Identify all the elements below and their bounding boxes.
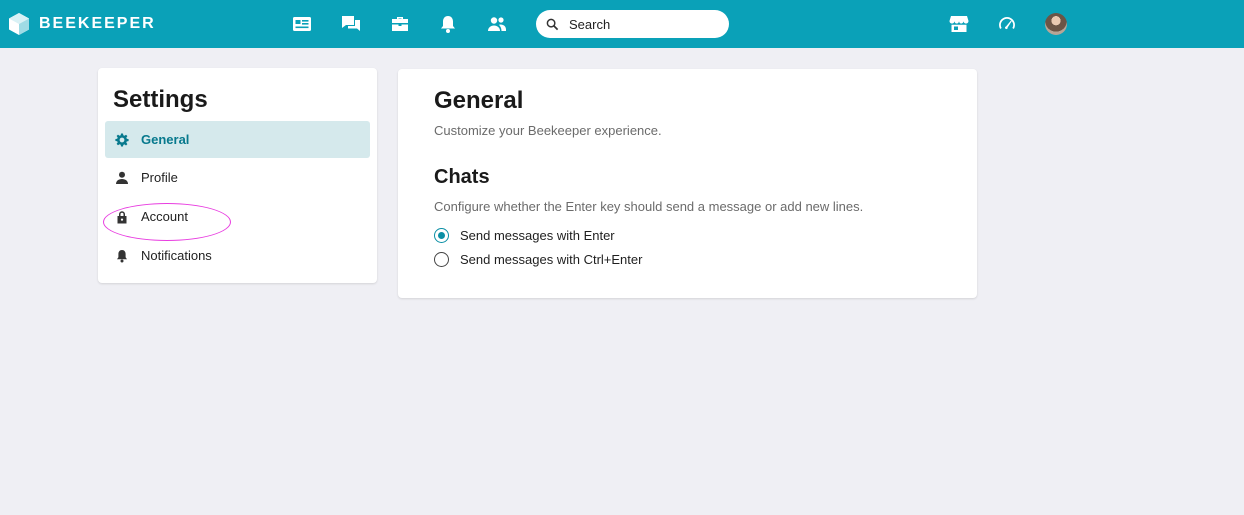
person-icon: [116, 171, 128, 184]
chats-section-description: Configure whether the Enter key should s…: [434, 199, 864, 214]
sidebar-item-notifications[interactable]: Notifications: [105, 237, 370, 274]
chats-section-title: Chats: [434, 166, 490, 188]
settings-content-panel: General Customize your Beekeeper experie…: [398, 69, 977, 298]
radio-label: Send messages with Ctrl+Enter: [460, 252, 643, 267]
toolbox-icon[interactable]: [390, 14, 410, 34]
user-avatar[interactable]: [1045, 13, 1067, 35]
search-bar[interactable]: [536, 10, 729, 38]
sidebar-item-label: Profile: [141, 170, 178, 185]
news-feed-icon[interactable]: [292, 14, 312, 34]
page-title: General: [434, 87, 524, 114]
top-navigation-bar: BEEKEEPER: [0, 0, 1244, 48]
sidebar-title: Settings: [113, 86, 208, 113]
radio-send-with-enter[interactable]: Send messages with Enter: [434, 228, 615, 243]
people-icon[interactable]: [487, 14, 507, 34]
radio-send-with-ctrl-enter[interactable]: Send messages with Ctrl+Enter: [434, 252, 642, 267]
store-icon[interactable]: [949, 14, 969, 34]
sidebar-item-profile[interactable]: Profile: [105, 159, 370, 196]
chat-icon[interactable]: [341, 14, 361, 34]
search-input[interactable]: [569, 16, 719, 32]
highlight-ellipse: [103, 203, 231, 241]
page-subtitle: Customize your Beekeeper experience.: [434, 123, 662, 138]
radio-button-unchecked[interactable]: [434, 252, 449, 267]
dashboard-gauge-icon[interactable]: [997, 14, 1017, 34]
settings-sidebar: Settings General Profile Account Notific…: [98, 68, 377, 283]
sidebar-item-label: General: [141, 132, 190, 147]
gear-icon: [115, 133, 129, 146]
radio-label: Send messages with Enter: [460, 228, 615, 243]
radio-button-checked[interactable]: [434, 228, 449, 243]
beekeeper-logo-icon: [9, 13, 29, 35]
sidebar-item-general[interactable]: General: [105, 121, 370, 158]
search-icon: [546, 18, 559, 30]
app-name: BEEKEEPER: [39, 15, 156, 32]
sidebar-item-label: Notifications: [141, 248, 212, 263]
beekeeper-logo[interactable]: BEEKEEPER: [8, 12, 156, 36]
bell-icon[interactable]: [438, 14, 458, 34]
bell-icon: [117, 249, 127, 262]
